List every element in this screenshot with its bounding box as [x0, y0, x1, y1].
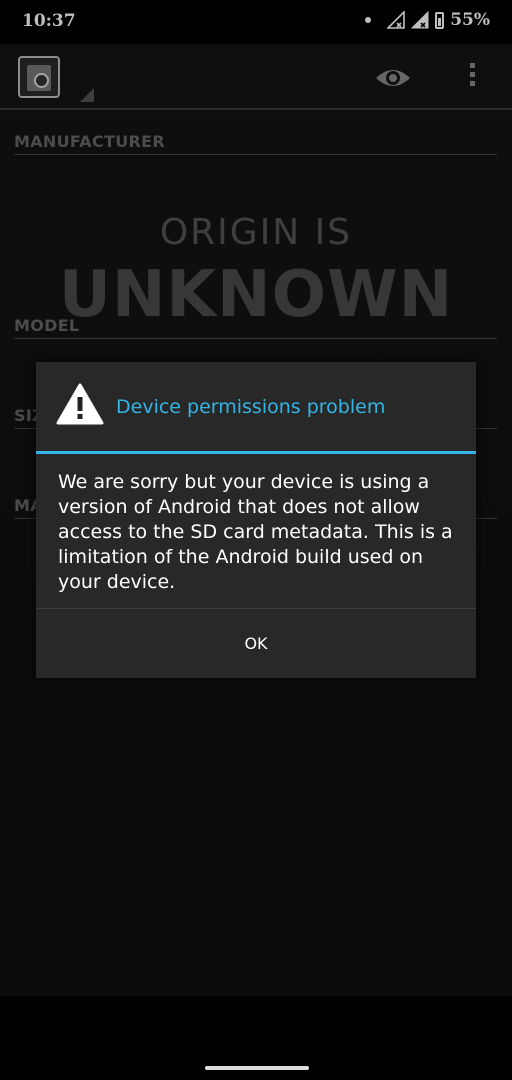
- ok-button[interactable]: OK: [36, 609, 476, 678]
- dialog-header: Device permissions problem: [36, 362, 476, 452]
- dialog-title: Device permissions problem: [116, 396, 386, 418]
- dialog-message: We are sorry but your device is using a …: [58, 471, 453, 593]
- navigation-bar: [0, 996, 512, 1080]
- dialog-title-divider: [36, 451, 476, 454]
- home-gesture-handle[interactable]: [205, 1066, 309, 1070]
- permissions-dialog: Device permissions problem We are sorry …: [36, 362, 476, 678]
- warning-icon: [56, 383, 104, 425]
